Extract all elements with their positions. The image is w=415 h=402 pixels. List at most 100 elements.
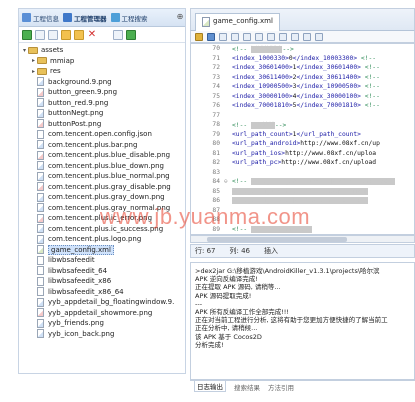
tree-item[interactable]: com.tencent.plus.ic_error.png <box>21 213 185 224</box>
save-all-icon[interactable] <box>219 32 227 41</box>
tree-item[interactable]: com.tencent.plus.ic_success.png <box>21 224 185 235</box>
paste-icon[interactable] <box>74 29 84 40</box>
tree-item[interactable]: com.tencent.plus.blue_normal.png <box>21 171 185 182</box>
code-token: <index_1000330> <box>232 54 289 62</box>
tree-item[interactable]: ▸ res <box>21 66 185 77</box>
delete-icon[interactable]: ✕ <box>87 29 97 40</box>
view-icon[interactable] <box>35 29 45 40</box>
undo-icon[interactable] <box>255 32 263 41</box>
tree-item[interactable]: yyb_icon_back.png <box>21 329 185 340</box>
tree-item[interactable]: com.tencent.plus.blue_disable.png <box>21 150 185 161</box>
expand-icon[interactable]: ▸ <box>30 68 37 75</box>
redacted-text: <url_path_android>http://zsb.sscp.com/ <box>250 178 396 186</box>
tree-item-label: buttonNegt.png <box>48 109 104 118</box>
code-line: 76 <index_70001810>5</index_70001810> <!-… <box>191 101 414 111</box>
tree-item[interactable]: ▸ mmiap <box>21 56 185 67</box>
console-line: APK 逆向反编译完成! <box>195 275 258 284</box>
goto-icon[interactable] <box>315 32 323 41</box>
tree-item[interactable]: libwbsafeedit_x86_64 <box>21 287 185 298</box>
console-tab[interactable]: 日志输出 <box>194 381 226 392</box>
copy-icon[interactable] <box>48 29 58 40</box>
properties-icon[interactable] <box>113 29 123 40</box>
console-tab[interactable]: 方法引用 <box>268 382 294 392</box>
code-text: <index_30000100>4</index_30000100> <!-- <box>232 93 380 100</box>
console-tabs: 日志输出 搜索结果 方法引用 <box>190 380 415 392</box>
replace-icon[interactable] <box>243 32 251 41</box>
cut-icon[interactable] <box>100 30 110 40</box>
tree-item-label: com.tencent.open.config.json <box>48 130 152 139</box>
code-token: <!-- <box>360 73 380 81</box>
code-text: <url_path_android>http://www.08xf.cn/up <box>232 140 380 147</box>
code-editor[interactable]: 70 <!-- 测试的版本--> 71 <index_1000330>0</index… <box>190 43 415 235</box>
tab-game-config[interactable]: game_config.xml <box>195 13 280 31</box>
line-number: 75 <box>212 92 220 100</box>
tree-item[interactable]: yyb_appdetail_showmore.png <box>21 308 185 319</box>
code-token: <!-- <box>232 46 251 54</box>
tree-item[interactable]: com.tencent.plus.logo.png <box>21 234 185 245</box>
tree-item[interactable]: com.tencent.plus.blue_down.png <box>21 161 185 172</box>
tree-item[interactable]: yyb_friends.png <box>21 318 185 329</box>
redo-icon[interactable] <box>267 32 275 41</box>
forward-icon[interactable] <box>291 32 299 41</box>
tree-item[interactable]: com.tencent.open.config.json <box>21 129 185 140</box>
tree-item[interactable]: buttonNegt.png <box>21 108 185 119</box>
tree-item[interactable]: com.tencent.plus.gray_normal.png <box>21 203 185 214</box>
add-icon[interactable] <box>126 29 136 40</box>
save-icon[interactable] <box>207 32 215 41</box>
code-token: </index_30601400> <box>296 64 361 72</box>
left-tab[interactable]: 工程搜索 <box>110 13 148 23</box>
tree-item[interactable]: background.9.png <box>21 77 185 88</box>
code-token: <index_30611400> <box>232 73 293 81</box>
tree-item-label: com.tencent.plus.logo.png <box>48 235 142 244</box>
fold-toggle-icon[interactable]: ⊖ <box>224 178 232 185</box>
line-number: 81 <box>212 149 220 157</box>
collapse-icon[interactable]: ▾ <box>21 47 28 54</box>
tree-item[interactable]: libwbsafeedit_x86 <box>21 276 185 287</box>
image-file-icon <box>37 182 44 192</box>
scrollbar-thumb[interactable] <box>207 237 347 242</box>
image-file-icon <box>37 234 44 244</box>
tree-item[interactable]: button_red.9.png <box>21 98 185 109</box>
tree-item[interactable]: libwbsafeedit <box>21 255 185 266</box>
tree-item[interactable]: game_config.xml <box>21 244 185 256</box>
console-line: APK 所有反编译工作全部完成!!! <box>195 308 290 317</box>
tree-item[interactable]: com.tencent.plus.bar.png <box>21 140 185 151</box>
format-icon[interactable] <box>303 32 311 41</box>
code-text: <!-- http://config.s4 <box>232 225 312 233</box>
left-tab[interactable]: 工程管理器 <box>63 13 107 23</box>
find-icon[interactable] <box>231 32 239 41</box>
line-number: 85 <box>212 187 220 195</box>
tree-item[interactable]: libwbsafeedit_64 <box>21 266 185 277</box>
line-number: 89 <box>212 225 220 233</box>
image-file-icon <box>37 98 44 108</box>
open-icon[interactable] <box>61 29 71 40</box>
editor-area: game_config.xml 70 <!-- 测试的版本--> 71 <index_… <box>190 8 415 402</box>
tree-item[interactable]: ▾ assets <box>21 45 185 56</box>
console-tab[interactable]: 搜索结果 <box>234 382 260 392</box>
code-line: 84 ⊖ <!-- <url_path_android>http://zsb.ssc… <box>191 177 414 187</box>
back-icon[interactable] <box>279 32 287 41</box>
left-tab[interactable]: 工程信息 <box>22 13 59 23</box>
image-file-icon <box>37 87 44 97</box>
tree-item[interactable]: yyb_appdetail_bg_floatingwindow.9. <box>21 297 185 308</box>
image-file-icon <box>37 308 44 318</box>
code-text: <index_30611400>2</index_30611400> <!-- <box>232 74 380 81</box>
tree-item[interactable]: com.tencent.plus.gray_down.png <box>21 192 185 203</box>
tree-item[interactable]: button_green.9.png <box>21 87 185 98</box>
panel-toggle-icon[interactable]: ⊕ <box>175 12 185 22</box>
code-token: <!-- <box>232 122 251 130</box>
tree-item-label: button_red.9.png <box>48 98 109 107</box>
tree-item-label: libwbsafeedit_x86_64 <box>48 287 124 296</box>
refresh-icon[interactable] <box>22 29 32 40</box>
tree-item[interactable]: com.tencent.plus.gray_disable.png <box>21 182 185 193</box>
image-file-icon <box>37 140 44 150</box>
folder-icon <box>37 67 47 75</box>
left-panel-toolbar: ✕ <box>19 27 185 43</box>
line-number: 78 <box>212 121 220 129</box>
expand-icon[interactable]: ▸ <box>30 57 37 64</box>
code-line: 73 <index_30611400>2</index_30611400> <!-… <box>191 73 414 83</box>
tree-item[interactable]: buttonPost.png <box>21 119 185 130</box>
left-tab-label: 工程信息 <box>33 14 59 23</box>
horizontal-scrollbar[interactable] <box>190 235 415 243</box>
lock-icon[interactable] <box>195 32 203 41</box>
